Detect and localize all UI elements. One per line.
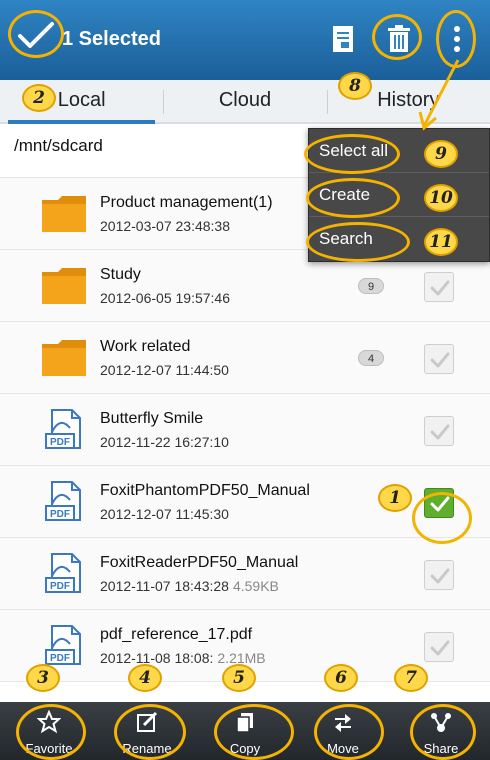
share-icon (431, 713, 451, 732)
file-date-text: 2012-11-07 18:43:28 (100, 578, 229, 594)
pdf-label: PDF (50, 509, 70, 520)
file-date-text: 2012-12-07 11:44:50 (100, 362, 229, 378)
file-date: 2012-03-07 23:48:38 (100, 218, 230, 234)
annotation-badge-9: 9 (424, 140, 458, 168)
annotation-badge-3: 3 (26, 664, 60, 692)
file-date: 2012-11-07 18:43:28 4.59KB (100, 578, 279, 594)
overflow-popup-menu: Select all Create Search (308, 128, 490, 262)
share-label: Share (423, 741, 459, 756)
file-row[interactable]: PDF FoxitPhantomPDF50_Manual 2012-12-07 11… (0, 466, 490, 538)
trash-icon[interactable] (382, 22, 416, 56)
rename-button[interactable]: Rename (98, 702, 196, 760)
file-row[interactable]: PDF FoxitReaderPDF50_Manual 2012-11-07 18:… (0, 538, 490, 610)
file-date: 2012-11-22 16:27:10 (100, 434, 229, 450)
copy-button[interactable]: Copy (196, 702, 294, 760)
selection-count-title: 1 Selected (62, 28, 161, 50)
annotation-badge-5: 5 (222, 664, 256, 692)
menu-item-search[interactable]: Search (309, 217, 489, 261)
checkmark-icon[interactable] (14, 16, 58, 56)
file-name: FoxitPhantomPDF50_Manual (100, 482, 310, 499)
file-row[interactable]: Work related 2012-12-07 11:44:50 4 (0, 322, 490, 394)
file-row[interactable]: PDF Butterfly Smile 2012-11-22 16:27:10 (0, 394, 490, 466)
annotation-badge-8: 8 (338, 72, 372, 100)
rename-icon (137, 711, 158, 732)
tab-bar: Local Cloud History (0, 80, 490, 124)
overflow-menu-icon[interactable] (440, 22, 474, 56)
pdf-label: PDF (50, 653, 70, 664)
file-date-text: 2012-03-07 23:48:38 (100, 218, 230, 234)
annotation-badge-2: 2 (22, 84, 56, 112)
annotation-badge-1: 1 (378, 484, 412, 512)
annotation-badge-11: 11 (424, 228, 458, 256)
file-name: Work related (100, 338, 191, 355)
rename-label: Rename (122, 741, 172, 756)
document-icon[interactable] (326, 22, 360, 56)
select-checkbox[interactable] (424, 632, 454, 662)
file-date: 2012-06-05 19:57:46 (100, 290, 230, 306)
annotation-badge-10: 10 (424, 184, 458, 212)
annotation-badge-4: 4 (128, 664, 162, 692)
select-checkbox[interactable] (424, 344, 454, 374)
move-button[interactable]: Move (294, 702, 392, 760)
menu-item-select-all[interactable]: Select all (309, 129, 489, 173)
pdf-file-icon: PDF (40, 624, 88, 666)
pdf-file-icon: PDF (40, 480, 88, 522)
copy-icon (236, 713, 253, 733)
tab-cloud[interactable]: Cloud (163, 80, 326, 122)
file-name: Study (100, 266, 141, 283)
file-date: 2012-12-07 11:44:50 (100, 362, 229, 378)
folder-icon (40, 336, 88, 378)
select-checkbox[interactable] (424, 416, 454, 446)
file-date-text: 2012-11-08 18:08: (100, 650, 214, 666)
pdf-label: PDF (50, 437, 70, 448)
pdf-file-icon: PDF (40, 552, 88, 594)
move-arrows-icon (335, 714, 351, 732)
select-checkbox[interactable] (424, 272, 454, 302)
star-icon (36, 709, 62, 734)
file-name: pdf_reference_17.pdf (100, 626, 253, 643)
annotation-badge-6: 6 (324, 664, 358, 692)
bottom-action-bar: Favorite Rename Copy Move Share (0, 702, 490, 760)
menu-item-create[interactable]: Create (309, 173, 489, 217)
file-size: 4.59KB (232, 578, 279, 594)
favorite-button[interactable]: Favorite (0, 702, 98, 760)
pdf-label: PDF (50, 581, 70, 592)
move-label: Move (327, 741, 359, 756)
copy-label: Copy (229, 741, 261, 756)
file-date-text: 2012-06-05 19:57:46 (100, 290, 230, 306)
favorite-label: Favorite (25, 741, 73, 756)
select-checkbox[interactable] (424, 488, 454, 518)
file-name: FoxitReaderPDF50_Manual (100, 554, 299, 571)
file-date-text: 2012-11-22 16:27:10 (100, 434, 229, 450)
pdf-file-icon: PDF (40, 408, 88, 450)
folder-icon (40, 264, 88, 306)
item-count-badge: 4 (358, 350, 384, 366)
item-count-badge: 9 (358, 278, 384, 294)
file-date-text: 2012-12-07 11:45:30 (100, 506, 229, 522)
select-checkbox[interactable] (424, 560, 454, 590)
folder-icon (40, 192, 88, 234)
share-button[interactable]: Share (392, 702, 490, 760)
annotation-badge-7: 7 (394, 664, 428, 692)
file-date: 2012-12-07 11:45:30 (100, 506, 229, 522)
file-name: Product management(1) (100, 194, 273, 211)
file-name: Butterfly Smile (100, 410, 204, 427)
top-action-bar: 1 Selected (0, 0, 490, 80)
